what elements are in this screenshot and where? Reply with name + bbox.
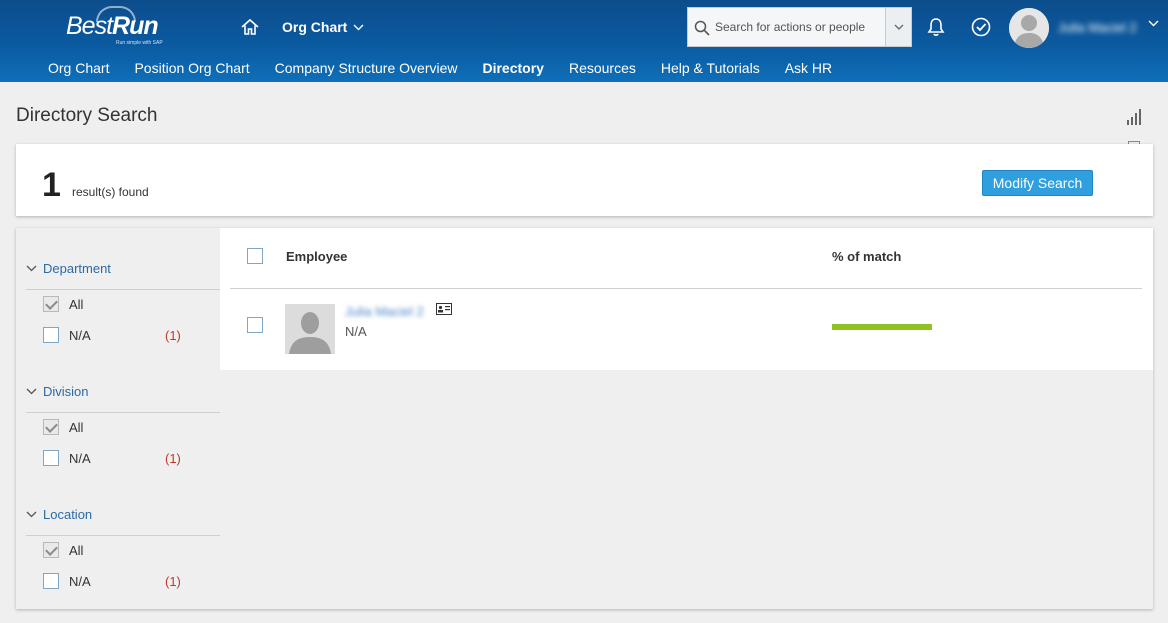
shell-header: BestRun Run simple with SAP Org Chart Ju — [0, 0, 1168, 82]
person-silhouette-icon — [285, 304, 335, 354]
divider — [26, 412, 220, 413]
logo-text-bold: Run — [112, 12, 159, 40]
facet-option-na: N/A — [43, 573, 183, 589]
modify-search-button[interactable]: Modify Search — [982, 170, 1093, 196]
checkbox-na[interactable] — [43, 450, 59, 466]
nav-item-help-tutorials[interactable]: Help & Tutorials — [661, 58, 760, 82]
user-avatar[interactable] — [1009, 8, 1049, 48]
app-menu-button[interactable]: Org Chart — [282, 19, 364, 35]
checkbox-all[interactable] — [43, 296, 59, 312]
facet-option-count: (1) — [165, 328, 181, 343]
facet-option-all: All — [43, 542, 183, 558]
chevron-down-icon — [26, 511, 37, 517]
results-label: result(s) found — [72, 185, 149, 199]
row-checkbox[interactable] — [247, 317, 263, 333]
search-icon — [694, 20, 710, 36]
chevron-down-icon — [26, 265, 37, 271]
chevron-down-icon — [26, 388, 37, 394]
results-count: 1 — [42, 166, 61, 204]
facet-panel: Department All N/A (1) Division All N/A … — [16, 228, 220, 609]
chevron-down-icon — [894, 24, 903, 30]
chevron-down-icon — [353, 24, 364, 30]
divider — [26, 289, 220, 290]
facet-option-count: (1) — [165, 574, 181, 589]
divider — [26, 535, 220, 536]
facet-option-count: (1) — [165, 451, 181, 466]
nav-item-org-chart[interactable]: Org Chart — [48, 58, 109, 82]
global-search — [687, 7, 912, 47]
facet-header-location[interactable]: Location — [26, 504, 92, 524]
person-silhouette-icon — [1009, 8, 1049, 48]
facet-header-department[interactable]: Department — [26, 258, 111, 278]
match-progress-bar — [832, 324, 932, 330]
column-header-match[interactable]: % of match — [832, 249, 901, 264]
employee-subtitle: N/A — [345, 324, 367, 339]
facet-header-division[interactable]: Division — [26, 381, 89, 401]
facet-title: Department — [43, 260, 111, 276]
checkbox-all[interactable] — [43, 542, 59, 558]
facet-option-all: All — [43, 419, 183, 435]
facet-option-label: All — [69, 419, 84, 435]
logo-tagline: Run simple with SAP — [116, 40, 163, 46]
business-card-icon[interactable] — [436, 303, 452, 315]
facet-option-na: N/A — [43, 327, 183, 343]
table-header: Employee % of match — [230, 228, 1142, 289]
column-header-employee[interactable]: Employee — [286, 249, 347, 264]
nav-item-position-org-chart[interactable]: Position Org Chart — [134, 58, 249, 82]
facet-option-na: N/A — [43, 450, 183, 466]
employee-name-link[interactable]: Julia Maciel 2 — [345, 304, 424, 319]
results-table: Employee % of match Julia Maciel 2 N/A — [220, 228, 1153, 370]
page-title: Directory Search — [16, 105, 158, 126]
todo-check-icon[interactable] — [970, 16, 992, 38]
nav-item-directory[interactable]: Directory — [482, 58, 543, 82]
facet-option-label: All — [69, 296, 84, 312]
table-row: Julia Maciel 2 N/A — [230, 290, 1142, 368]
facet-option-label: N/A — [69, 327, 91, 343]
top-nav: Org Chart Position Org Chart Company Str… — [0, 58, 1168, 82]
user-name[interactable]: Julia Maciel 2 — [1058, 20, 1137, 35]
nav-item-ask-hr[interactable]: Ask HR — [785, 58, 832, 82]
select-all-checkbox[interactable] — [247, 248, 263, 264]
employee-photo[interactable] — [285, 304, 335, 354]
nav-item-company-structure[interactable]: Company Structure Overview — [275, 58, 458, 82]
match-progress-fill — [832, 324, 932, 330]
bar-chart-icon[interactable] — [1126, 108, 1144, 126]
checkbox-all[interactable] — [43, 419, 59, 435]
facet-option-label: N/A — [69, 573, 91, 589]
chevron-down-icon[interactable] — [1148, 20, 1159, 27]
directory-results-area: Department All N/A (1) Division All N/A … — [16, 228, 1153, 609]
notifications-bell-icon[interactable] — [925, 16, 947, 38]
checkbox-na[interactable] — [43, 327, 59, 343]
results-summary-card: 1 result(s) found Modify Search — [16, 144, 1153, 216]
app-menu-label: Org Chart — [282, 19, 348, 35]
facet-option-label: All — [69, 542, 84, 558]
logo-text-main: Best — [66, 12, 113, 40]
company-logo[interactable]: BestRun — [66, 12, 159, 41]
home-icon[interactable] — [240, 17, 260, 37]
checkbox-na[interactable] — [43, 573, 59, 589]
search-input[interactable] — [688, 8, 874, 46]
facet-option-all: All — [43, 296, 183, 312]
facet-title: Location — [43, 506, 93, 522]
search-scope-dropdown[interactable] — [885, 8, 911, 46]
facet-title: Division — [43, 383, 89, 399]
facet-option-label: N/A — [69, 450, 91, 466]
nav-item-resources[interactable]: Resources — [569, 58, 636, 82]
